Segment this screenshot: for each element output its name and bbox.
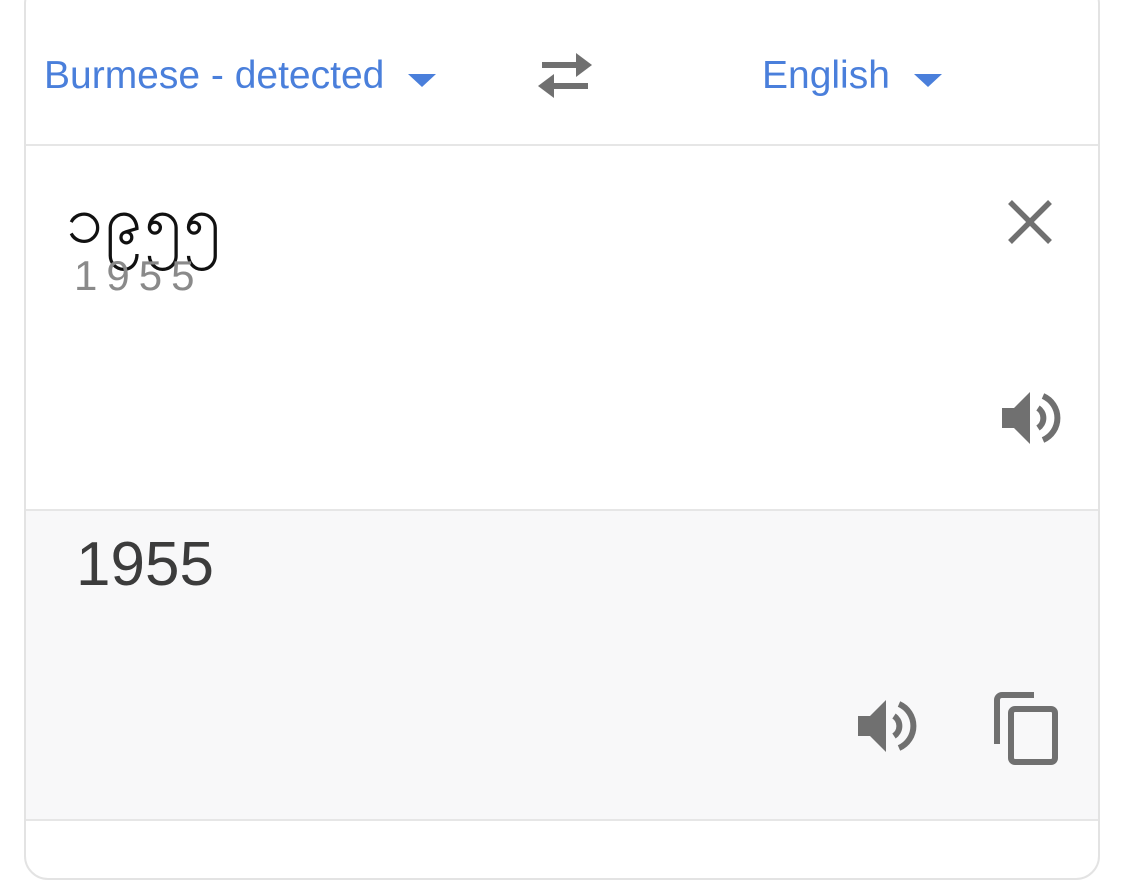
source-text-area[interactable]: ၁၉၅၅ 1955 bbox=[26, 146, 1098, 511]
swap-languages-icon bbox=[538, 53, 592, 98]
source-language-label: Burmese - detected bbox=[44, 54, 385, 97]
translation-text: 1955 bbox=[76, 530, 214, 599]
close-icon bbox=[1008, 200, 1052, 244]
target-language-label: English bbox=[762, 54, 890, 97]
source-romanization: 1955 bbox=[74, 252, 204, 299]
listen-translation-button[interactable] bbox=[856, 696, 920, 756]
caret-down-icon bbox=[408, 73, 437, 87]
copy-translation-button[interactable] bbox=[994, 692, 1060, 766]
caret-down-icon bbox=[913, 73, 942, 87]
target-language-selector[interactable]: English bbox=[762, 53, 942, 99]
translate-card: Burmese - detected English ၁၉၅၅ 1955 195… bbox=[24, 0, 1100, 880]
speaker-icon bbox=[1002, 392, 1061, 444]
language-bar: Burmese - detected English bbox=[26, 0, 1098, 146]
listen-source-button[interactable] bbox=[1000, 388, 1064, 448]
source-language-selector[interactable]: Burmese - detected bbox=[44, 53, 437, 99]
copy-icon bbox=[994, 692, 1058, 765]
clear-button[interactable] bbox=[1004, 196, 1056, 248]
translation-area: 1955 bbox=[26, 511, 1098, 821]
speaker-icon bbox=[858, 700, 917, 752]
swap-languages-button[interactable] bbox=[534, 50, 596, 100]
